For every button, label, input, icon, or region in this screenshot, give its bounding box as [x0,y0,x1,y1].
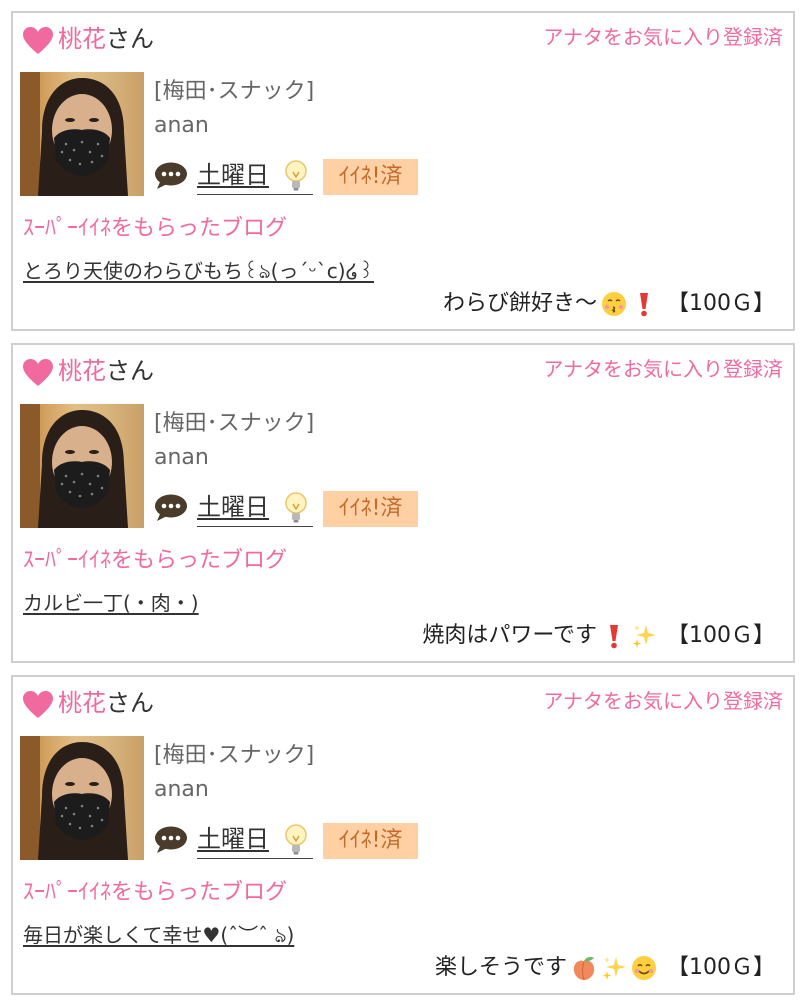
exclamation-icon [631,291,657,317]
iine-badge: ｲｲﾈ!済 [323,491,418,527]
avatar[interactable] [20,404,144,528]
day-link[interactable]: 土曜日 [197,822,269,856]
sender-name-text[interactable]: 桃花 [58,689,106,717]
light-bulb-icon [285,492,307,523]
avatar[interactable] [20,72,144,196]
day-link[interactable]: 土曜日 [197,158,269,192]
exclamation-icon [601,623,627,649]
gift-amount: 【100Ｇ】 [667,291,775,316]
super-iine-blog-label: ｽｰﾊﾟｰｲｲﾈをもらったブログ [23,880,288,905]
cast-name: anan [154,113,209,138]
cast-name: anan [154,445,209,470]
favorite-status: アナタをお気に入り登録済 [543,357,783,381]
sender-name[interactable]: 桃花さん [58,355,154,387]
day-link-underline [197,526,313,527]
sender-name[interactable]: 桃花さん [58,687,154,719]
blog-title-link[interactable]: カルビ一丁(・肉・) [23,588,199,618]
gift-comment: 焼肉はパワーです 【100Ｇ】 [422,619,775,653]
honorific: さん [106,25,154,53]
area-label: [梅田･スナック] [154,79,315,104]
chat-bubble-icon [155,826,187,853]
gift-card: 桃花さん アナタをお気に入り登録済 [梅田･スナック] anan 土曜日 ｲｲﾈ… [11,343,795,663]
avatar[interactable] [20,736,144,860]
sparkles-icon [631,623,657,649]
gift-comment: 楽しそうです 【100Ｇ】 [435,951,775,985]
chat-bubble-icon [155,494,187,521]
favorite-status: アナタをお気に入り登録済 [543,25,783,49]
iine-badge: ｲｲﾈ!済 [323,823,418,859]
honorific: さん [106,689,154,717]
blog-title-link[interactable]: とろり天使のわらびもち꒰ঌ(っˊᵕˋc)໒꒱ [23,256,374,286]
gift-card: 桃花さん アナタをお気に入り登録済 [梅田･スナック] anan 土曜日 ｲｲﾈ… [11,675,795,995]
heart-icon [23,359,53,386]
gift-amount: 【100Ｇ】 [667,955,775,980]
chat-bubble-icon [155,162,187,189]
kissing-face-icon [601,291,627,317]
super-iine-blog-label: ｽｰﾊﾟｰｲｲﾈをもらったブログ [23,216,288,241]
area-label: [梅田･スナック] [154,743,315,768]
blog-title-link[interactable]: 毎日が楽しくて幸せ♥(ˆ︶ˆ ঌ) [23,920,294,950]
area-label: [梅田･スナック] [154,411,315,436]
sender-name-text[interactable]: 桃花 [58,357,106,385]
sender-name-text[interactable]: 桃花 [58,25,106,53]
iine-badge: ｲｲﾈ!済 [323,159,418,195]
comment-text: 焼肉はパワーです [422,623,597,648]
day-link-underline [197,194,313,195]
light-bulb-icon [285,160,307,191]
gift-card: 桃花さん アナタをお気に入り登録済 [梅田･スナック] anan 土曜日 ｲｲﾈ… [11,11,795,331]
favorite-status: アナタをお気に入り登録済 [543,689,783,713]
peach-icon [571,955,597,981]
comment-text: 楽しそうです [434,955,567,980]
sender-name[interactable]: 桃花さん [58,23,154,55]
honorific: さん [106,357,154,385]
light-bulb-icon [285,824,307,855]
day-link[interactable]: 土曜日 [197,490,269,524]
heart-icon [23,691,53,718]
comment-text: わらび餅好き〜 [442,291,597,316]
cast-name: anan [154,777,209,802]
sparkles-icon [601,955,627,981]
day-link-underline [197,858,313,859]
gift-comment: わらび餅好き〜 【100Ｇ】 [443,287,775,321]
smiling-face-icon [631,955,657,981]
heart-icon [23,27,53,54]
gift-amount: 【100Ｇ】 [667,623,775,648]
super-iine-blog-label: ｽｰﾊﾟｰｲｲﾈをもらったブログ [23,548,288,573]
